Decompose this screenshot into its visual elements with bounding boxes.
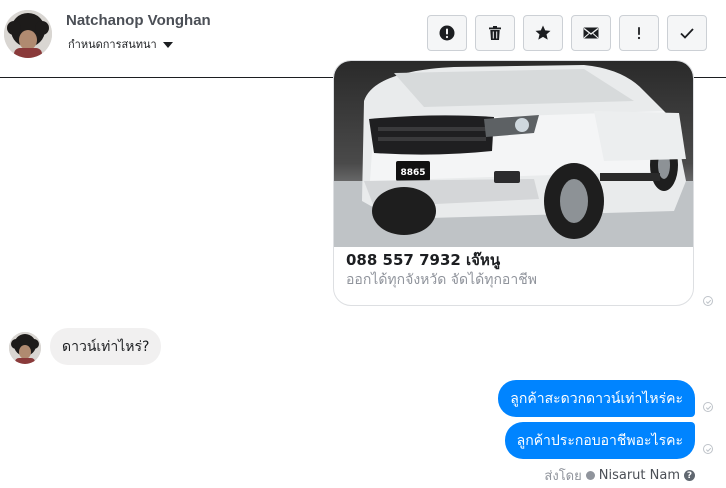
conversation-options-dropdown[interactable]: กำหนดการสนทนา: [68, 35, 173, 53]
mark-done-button[interactable]: [667, 15, 707, 51]
delete-button[interactable]: [475, 15, 515, 51]
delivered-check-icon: [703, 402, 713, 412]
outgoing-message[interactable]: ลูกค้าสะดวกดาวน์เท่าไหร่คะ: [498, 380, 695, 417]
star-icon: [535, 25, 551, 40]
incoming-message[interactable]: ดาวน์เท่าไหร่?: [50, 328, 162, 365]
delivered-check-icon: [703, 296, 713, 306]
mark-spam-button[interactable]: [427, 15, 467, 51]
star-button[interactable]: [523, 15, 563, 51]
sender-name[interactable]: Nisarut Nam: [599, 468, 680, 483]
mark-unread-button[interactable]: [571, 15, 611, 51]
contact-avatar-image: [4, 10, 52, 58]
checkmark-icon: [680, 28, 694, 39]
alert-circle-icon: [439, 25, 455, 41]
follow-up-button[interactable]: [619, 15, 659, 51]
envelope-icon: [583, 27, 599, 39]
contact-avatar-small[interactable]: [9, 332, 41, 364]
admin-badge-icon: [585, 471, 595, 480]
shared-post-card[interactable]: 8865 088 557 7932 เจ๊หนู ออกได้ทุกจังหวั…: [333, 60, 694, 306]
conversation-options-label: กำหนดการสนทนา: [68, 38, 157, 51]
sent-by-label: ส่งโดย: [544, 469, 582, 484]
car-photo: 8865: [334, 61, 693, 247]
exclamation-icon: [637, 27, 641, 40]
help-icon[interactable]: ?: [684, 470, 695, 481]
outgoing-message[interactable]: ลูกค้าประกอบอาชีพอะไรคะ: [504, 422, 695, 459]
caret-down-icon: [162, 42, 173, 48]
sent-by-line: ส่งโดย Nisarut Nam ?: [544, 465, 695, 486]
contact-avatar-small-image: [9, 332, 41, 364]
trash-icon: [489, 26, 501, 40]
card-subtitle: ออกได้ทุกจังหวัด จัดได้ทุกอาชีพ: [346, 272, 537, 288]
delivered-check-icon: [703, 444, 713, 454]
license-plate: 8865: [400, 168, 425, 178]
contact-avatar[interactable]: [4, 10, 52, 58]
contact-name[interactable]: Natchanop Vonghan: [66, 12, 211, 29]
